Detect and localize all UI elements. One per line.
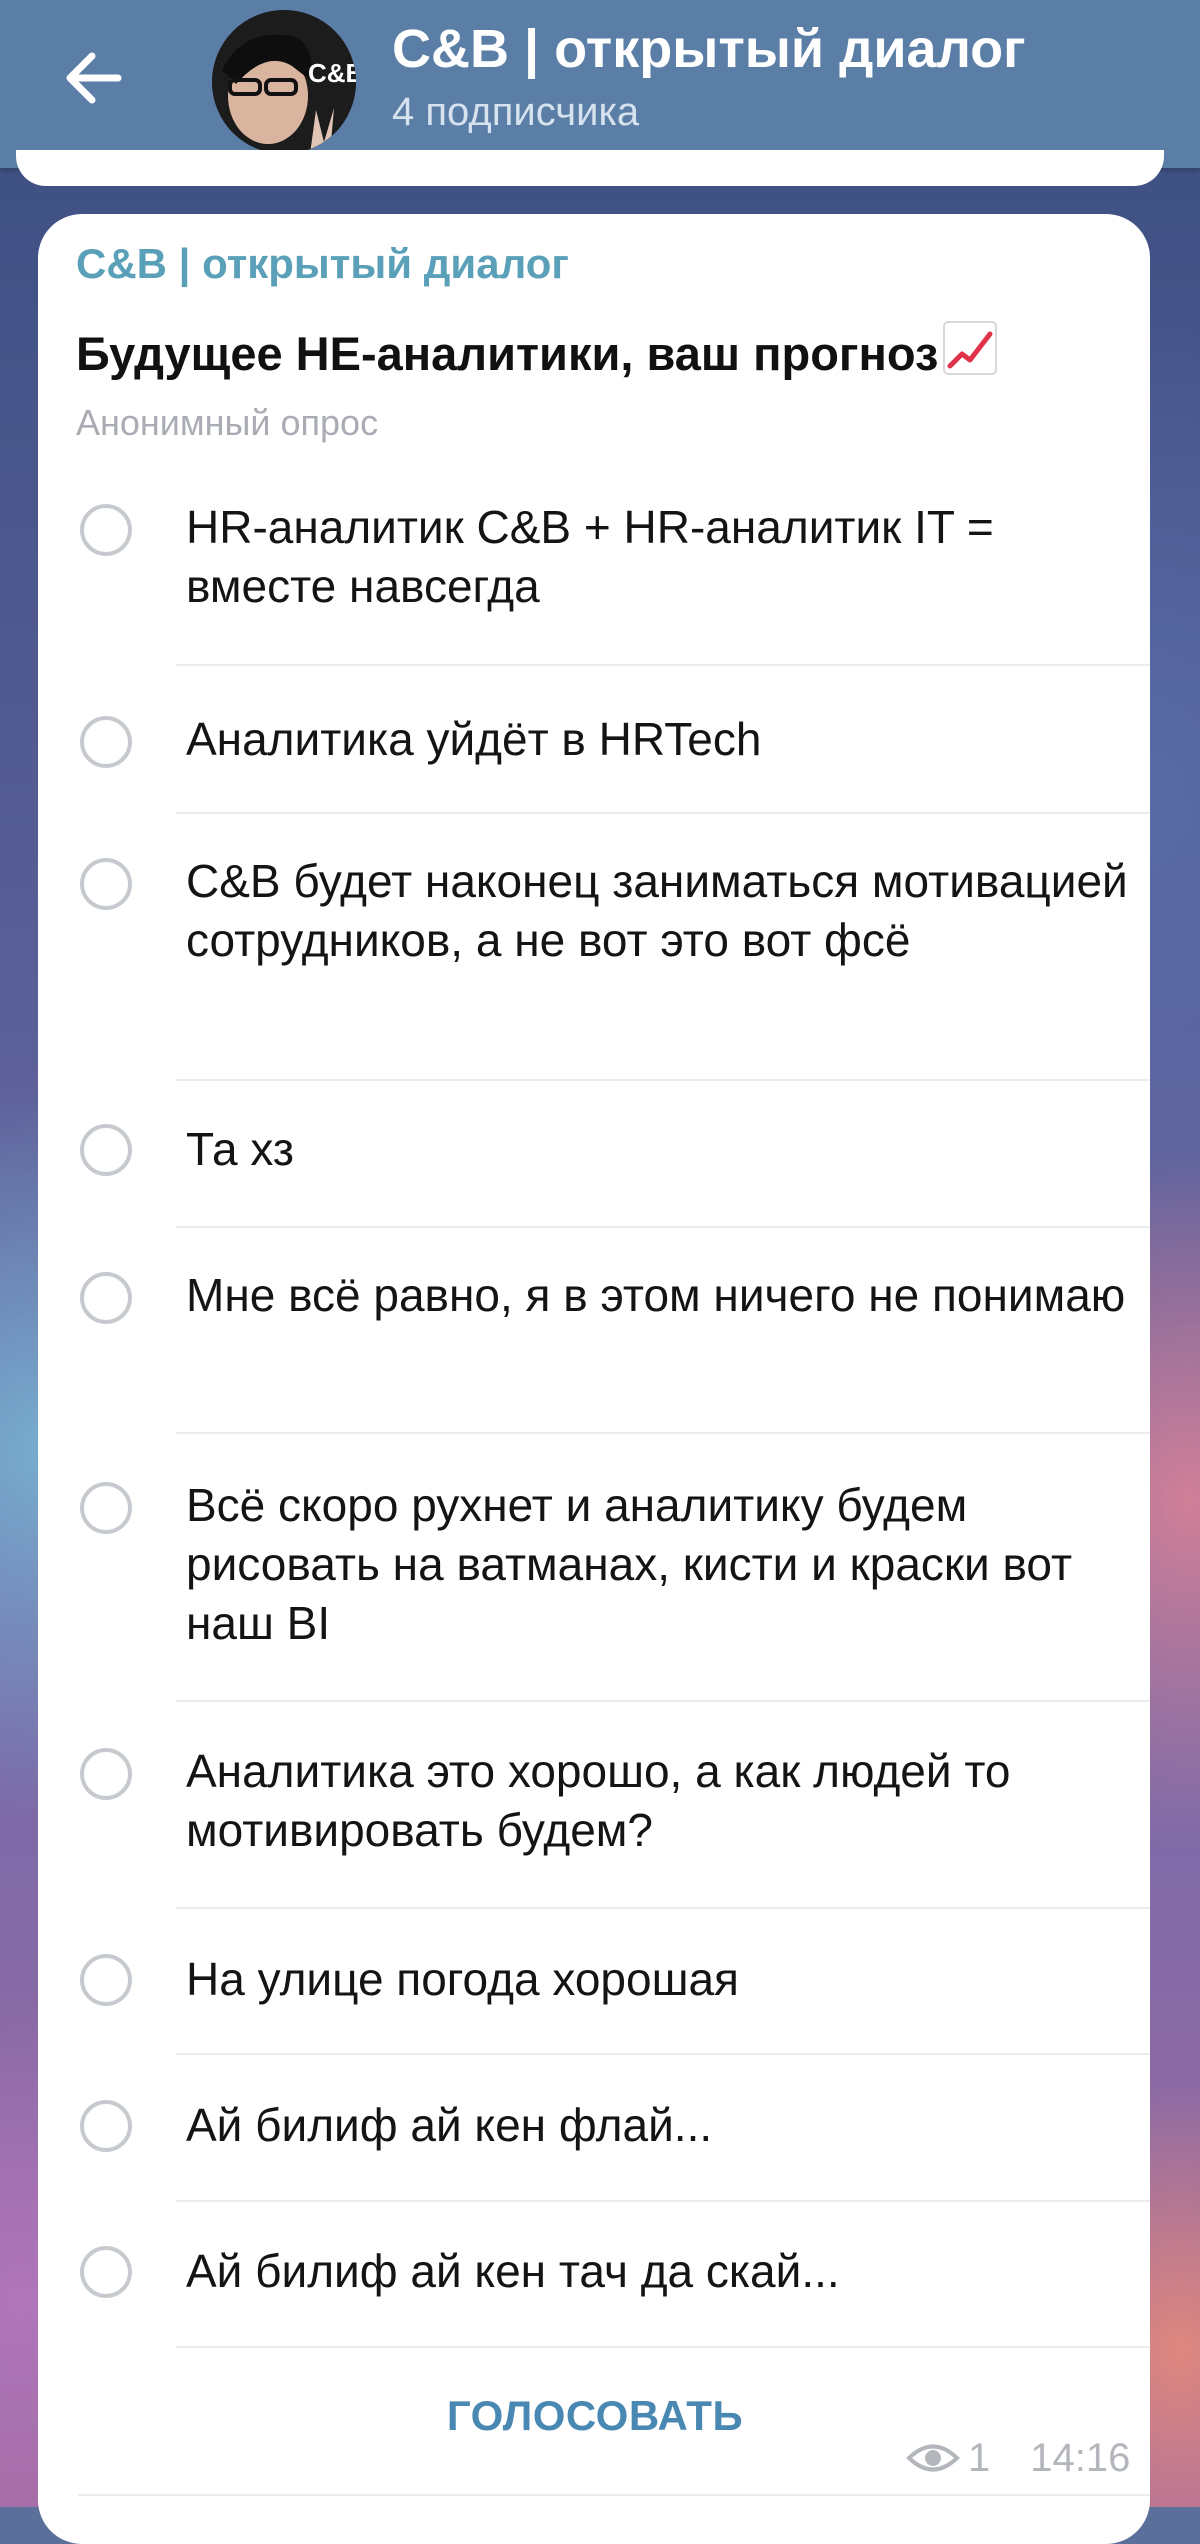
- poll-type-label: Анонимный опрос: [76, 402, 379, 443]
- poll-option-label: Ай билиф ай кен флай...: [186, 2099, 713, 2151]
- poll-option-label: Аналитика это хорошо, а как людей то мот…: [186, 1745, 1011, 1856]
- poll-option[interactable]: Ай билиф ай кен тач да скай...: [76, 2242, 1150, 2312]
- divider: [176, 2200, 1150, 2202]
- view-count: 1: [968, 2435, 991, 2480]
- poll-option-label: Аналитика уйдёт в HRTech: [186, 713, 762, 765]
- divider: [176, 1700, 1150, 1702]
- previous-message-bubble: [16, 150, 1164, 186]
- arrow-left-icon: [66, 52, 122, 104]
- divider: [176, 664, 1150, 666]
- divider: [176, 2053, 1150, 2055]
- poll-option-label: HR-аналитик C&B + HR-аналитик IT = вмест…: [186, 501, 994, 612]
- poll-option-label: Всё скоро рухнет и аналитику будем рисов…: [186, 1479, 1073, 1649]
- divider: [176, 1907, 1150, 1909]
- poll-question: Будущее НЕ-аналитики, ваш прогноз: [76, 320, 998, 387]
- radio-button[interactable]: [80, 2100, 132, 2152]
- radio-button[interactable]: [80, 1124, 132, 1176]
- poll-option[interactable]: На улице погода хорошая: [76, 1950, 1150, 2020]
- channel-avatar[interactable]: C&B: [212, 10, 356, 154]
- poll-option[interactable]: Мне всё равно, я в этом ничего не понима…: [76, 1266, 1150, 1386]
- poll-option[interactable]: Всё скоро рухнет и аналитику будем рисов…: [76, 1476, 1150, 1656]
- radio-button[interactable]: [80, 1482, 132, 1534]
- divider: [176, 1432, 1150, 1434]
- back-button[interactable]: [52, 38, 132, 118]
- subscriber-count: 4 подписчика: [392, 90, 640, 134]
- poll-question-text: Будущее НЕ-аналитики, ваш прогноз: [76, 327, 939, 380]
- divider: [176, 1079, 1150, 1081]
- radio-button[interactable]: [80, 1954, 132, 2006]
- avatar-label: C&B: [308, 58, 356, 88]
- poll-option[interactable]: HR-аналитик C&B + HR-аналитик IT = вмест…: [76, 490, 1150, 612]
- divider: [176, 1226, 1150, 1228]
- eye-icon: [906, 2441, 960, 2475]
- poll-option-label: Мне всё равно, я в этом ничего не понима…: [186, 1269, 1126, 1321]
- poll-option[interactable]: Ай билиф ай кен флай...: [76, 2096, 1150, 2166]
- radio-button[interactable]: [80, 2246, 132, 2298]
- poll-option-label: C&B будет наконец заниматься мотивацией …: [186, 855, 1128, 966]
- poll-option[interactable]: Та хз: [76, 1120, 1150, 1190]
- message-author[interactable]: C&B | открытый диалог: [76, 240, 569, 288]
- radio-button[interactable]: [80, 504, 132, 556]
- divider: [176, 812, 1150, 814]
- poll-option-label: На улице погода хорошая: [186, 1953, 739, 2005]
- chat-title[interactable]: C&B | открытый диалог: [392, 18, 1026, 80]
- chart-increasing-icon: [942, 320, 998, 387]
- radio-button[interactable]: [80, 858, 132, 910]
- divider: [176, 2346, 1150, 2348]
- poll-option[interactable]: C&B будет наконец заниматься мотивацией …: [76, 852, 1150, 1032]
- message-meta: 1 14:16: [906, 2430, 1130, 2486]
- poll-option[interactable]: Аналитика уйдёт в HRTech: [76, 706, 1150, 776]
- vote-button[interactable]: ГОЛОСОВАТЬ: [420, 2392, 770, 2462]
- radio-button[interactable]: [80, 1748, 132, 1800]
- divider: [78, 2494, 1150, 2496]
- radio-button[interactable]: [80, 1272, 132, 1324]
- radio-button[interactable]: [80, 716, 132, 768]
- poll-option[interactable]: Аналитика это хорошо, а как людей то мот…: [76, 1742, 1150, 1862]
- poll-option-label: Та хз: [186, 1123, 294, 1175]
- chat-header: C&B C&B | открытый диалог 4 подписчика: [0, 0, 1200, 168]
- message-time: 14:16: [1030, 2435, 1131, 2480]
- poll-option-label: Ай билиф ай кен тач да скай...: [186, 2245, 840, 2297]
